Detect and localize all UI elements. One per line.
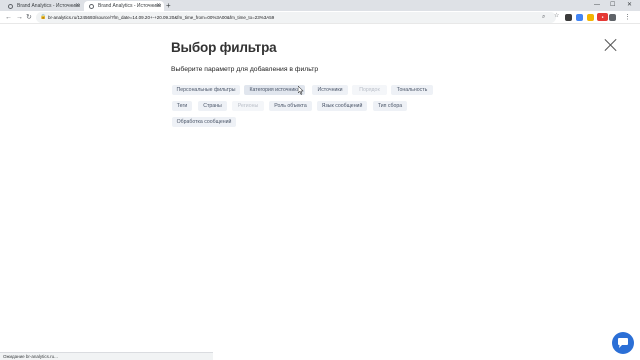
browser-tab-active[interactable]: Brand Analytics - Источники ✕	[84, 1, 164, 11]
back-icon[interactable]: ←	[5, 12, 12, 23]
reload-icon[interactable]: ↻	[26, 12, 32, 23]
tab-title: Brand Analytics - Источники	[98, 3, 162, 9]
maximize-icon[interactable]: ☐	[610, 0, 615, 11]
filter-option-collection-type[interactable]: Тип сбора	[373, 101, 407, 111]
extension-icon[interactable]	[576, 14, 583, 21]
tab-title: Brand Analytics - Источники	[17, 3, 81, 9]
filter-option-personal[interactable]: Персональные фильтры	[172, 85, 240, 95]
address-bar[interactable]: 🔒 br-analytics.ru/1245693/source/?fm_dat…	[36, 12, 556, 23]
close-icon[interactable]	[604, 38, 618, 52]
profile-badge[interactable]: ●	[597, 13, 608, 21]
browser-tab-strip: Brand Analytics - Источники ✕ Brand Anal…	[0, 0, 640, 11]
status-bar: Ожидание br-analytics.ru...	[0, 352, 213, 360]
close-tab-icon[interactable]: ✕	[156, 1, 161, 11]
page-title: Выбор фильтра	[171, 40, 277, 55]
modal-subtitle: Выберите параметр для добавления в фильт…	[171, 66, 319, 73]
globe-icon	[8, 4, 13, 9]
extension-icon[interactable]	[565, 14, 572, 21]
filter-option-message-language[interactable]: Язык сообщений	[317, 101, 367, 111]
star-icon[interactable]: ☆	[554, 11, 559, 22]
new-tab-icon[interactable]: +	[166, 0, 171, 11]
filter-option-object-role[interactable]: Роль объекта	[269, 101, 312, 111]
url-text[interactable]: br-analytics.ru/1245693/source/?fm_date=…	[48, 12, 274, 23]
cursor-icon	[298, 86, 304, 95]
close-tab-icon[interactable]: ✕	[75, 1, 80, 11]
filter-option-tonality[interactable]: Тональность	[391, 85, 433, 95]
globe-icon	[89, 4, 94, 9]
filter-option-tags[interactable]: Теги	[172, 101, 192, 111]
extension-icon[interactable]	[587, 14, 594, 21]
menu-icon[interactable]: ⋮	[624, 12, 631, 23]
lock-icon[interactable]: 🔒	[40, 14, 46, 20]
browser-toolbar: ← → ↻ 🔒 br-analytics.ru/1245693/source/?…	[0, 11, 640, 24]
puzzle-icon[interactable]	[609, 14, 616, 21]
filter-option-regions: Регионы	[232, 101, 264, 111]
browser-tab[interactable]: Brand Analytics - Источники ✕	[3, 1, 83, 11]
chat-icon	[618, 338, 628, 348]
filter-option-source-category[interactable]: Категория источника	[244, 85, 305, 95]
chat-button[interactable]	[612, 332, 634, 354]
minimize-icon[interactable]: —	[594, 0, 600, 11]
filter-option-order: Порядок	[352, 85, 387, 95]
zoom-icon[interactable]: ⌕	[542, 12, 545, 23]
window-close-icon[interactable]: ✕	[627, 0, 632, 11]
filter-option-sources[interactable]: Источники	[312, 85, 348, 95]
filter-option-message-processing[interactable]: Обработка сообщений	[172, 117, 236, 127]
forward-icon[interactable]: →	[16, 12, 23, 23]
filter-option-countries[interactable]: Страны	[198, 101, 227, 111]
